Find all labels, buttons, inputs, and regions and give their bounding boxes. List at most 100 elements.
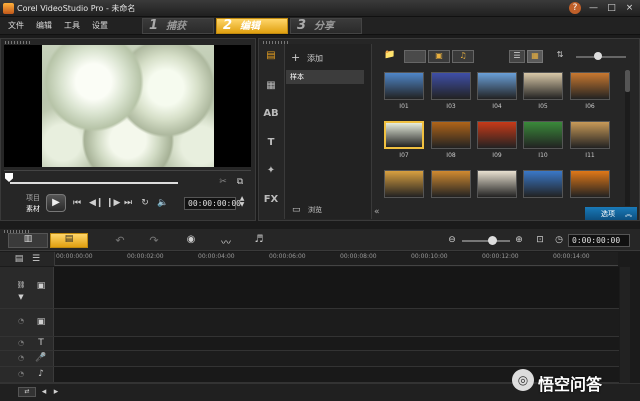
track-expand-icon[interactable]: ▼ — [16, 293, 26, 301]
scrub-bar[interactable] — [10, 182, 178, 184]
zoom-out-icon[interactable]: ⊖ — [447, 235, 457, 245]
trim-icon[interactable]: ✂ — [218, 177, 228, 187]
record-capture-icon[interactable]: ◉ — [184, 234, 198, 245]
scroll-right-icon[interactable]: ▸ — [52, 387, 60, 397]
timeline-scrollbar[interactable] — [620, 267, 630, 383]
app-icon — [3, 3, 14, 14]
storyboard-view-button[interactable]: ▥ — [8, 233, 48, 248]
folder-sample[interactable]: 样本 — [286, 70, 364, 84]
player-timecode[interactable]: 00:00:00:00 — [184, 197, 241, 210]
thumbnail-label: I08 — [446, 152, 456, 159]
mode-clip[interactable]: 素材 — [26, 204, 40, 214]
library-thumbnail[interactable] — [384, 170, 424, 198]
overlay-track[interactable]: ◔ ▣ — [0, 309, 619, 337]
library-thumbnail[interactable] — [477, 121, 517, 149]
add-icon[interactable]: + — [291, 51, 300, 64]
options-label: 选项 — [601, 210, 615, 218]
prev-frame-icon[interactable]: ◀❙ — [89, 198, 103, 208]
track-zoom-icon[interactable]: ⇄ — [18, 387, 36, 397]
library-scroll-thumb[interactable] — [625, 70, 630, 92]
add-folder-label[interactable]: 添加 — [307, 53, 323, 64]
library-thumbnail[interactable] — [431, 72, 471, 100]
play-button[interactable]: ▶ — [46, 194, 66, 212]
library-thumbnail[interactable] — [570, 170, 610, 198]
fit-project-icon[interactable]: ⊡ — [534, 235, 546, 245]
track-manager-icon[interactable]: ▤ — [14, 254, 24, 264]
show-audio-button[interactable]: ♫ — [452, 50, 474, 63]
transition-icon[interactable]: ▦ — [262, 80, 280, 96]
voice-lock-icon[interactable]: ◔ — [16, 354, 26, 362]
menu-settings[interactable]: 设置 — [92, 20, 108, 31]
voice-track[interactable]: ◔ 🎤 — [0, 351, 619, 367]
timeline-timecode[interactable]: 0:00:00:00 — [568, 234, 630, 247]
zoom-slider-handle[interactable] — [488, 236, 497, 245]
tab-edit[interactable]: 2 编辑 — [216, 18, 288, 34]
library-scrollbar[interactable] — [625, 70, 630, 206]
library-thumbnail[interactable] — [384, 121, 424, 149]
undo-icon[interactable]: ↶ — [114, 234, 126, 247]
menu-file[interactable]: 文件 — [8, 20, 24, 31]
end-icon[interactable]: ⏭ — [123, 198, 133, 208]
enlarge-icon[interactable]: ⧉ — [234, 177, 246, 187]
list-view-button[interactable]: ☰ — [509, 50, 525, 63]
zoom-in-icon[interactable]: ⊕ — [514, 235, 524, 245]
library-thumbnail[interactable] — [477, 72, 517, 100]
sort-icon[interactable]: ⇅ — [553, 50, 567, 63]
tab-edit-label: 编辑 — [240, 21, 261, 32]
thumbnail-label: I10 — [538, 152, 548, 159]
browse-icon[interactable]: ▭ — [292, 205, 301, 215]
timecode-stepper-icon[interactable]: ▲ ▼ — [238, 196, 246, 208]
graphic-icon[interactable]: AB — [262, 108, 280, 124]
video-track[interactable]: ⛓ ▣ ▼ — [0, 267, 619, 309]
volume-icon[interactable]: 🔈 — [157, 198, 169, 208]
overlay-lock-icon[interactable]: ◔ — [16, 317, 26, 325]
zoom-slider[interactable] — [462, 240, 510, 242]
home-icon[interactable]: ⏮ — [72, 198, 82, 208]
library-thumbnail[interactable] — [523, 170, 563, 198]
track-link-icon[interactable]: ⛓ — [16, 281, 26, 289]
library-thumbnail[interactable] — [384, 72, 424, 100]
sound-mixer-icon[interactable]: 〰 — [219, 234, 233, 249]
show-video-button[interactable] — [404, 50, 426, 63]
thumbnail-view-button[interactable]: ▦ — [527, 50, 543, 63]
thumb-size-slider-handle[interactable] — [594, 52, 602, 60]
library-thumbnail[interactable] — [431, 170, 471, 198]
instant-project-icon[interactable]: ✦ — [262, 165, 280, 181]
auto-music-icon[interactable]: ♬ — [252, 234, 266, 245]
tab-share[interactable]: 3 分享 — [290, 18, 362, 34]
menu-tools[interactable]: 工具 — [64, 20, 80, 31]
scroll-left-icon[interactable]: ◂ — [40, 387, 48, 397]
library-thumbnail[interactable] — [431, 121, 471, 149]
panel-grip[interactable] — [5, 41, 31, 44]
library-thumbnail[interactable] — [523, 121, 563, 149]
library-thumbnail[interactable] — [570, 72, 610, 100]
help-icon[interactable]: ? — [569, 2, 581, 14]
timeline-ruler[interactable]: 00:00:00:00 00:00:02:00 00:00:04:00 00:0… — [55, 252, 618, 266]
chapter-icon[interactable]: ☰ — [31, 254, 41, 264]
next-frame-icon[interactable]: ❙▶ — [106, 198, 120, 208]
title-lock-icon[interactable]: ◔ — [16, 339, 26, 347]
repeat-icon[interactable]: ↻ — [140, 198, 150, 208]
redo-icon[interactable]: ↷ — [148, 234, 160, 247]
browse-label[interactable]: 浏览 — [308, 205, 322, 215]
folder-icon[interactable]: 📁 — [384, 50, 396, 60]
filter-icon[interactable]: FX — [262, 194, 280, 210]
library-thumbnail[interactable] — [523, 72, 563, 100]
minimize-button[interactable]: — — [586, 2, 601, 14]
close-button[interactable]: × — [622, 2, 637, 14]
library-thumbnail[interactable] — [570, 121, 610, 149]
mode-project[interactable]: 项目 — [26, 193, 40, 203]
music-lock-icon[interactable]: ◔ — [16, 370, 26, 378]
watermark-text: 悟空问答 — [538, 375, 603, 394]
maximize-button[interactable]: □ — [604, 2, 619, 14]
show-photo-button[interactable]: ▣ — [428, 50, 450, 63]
collapse-left-icon[interactable]: « — [374, 207, 384, 219]
library-thumbnail[interactable] — [477, 170, 517, 198]
title-track[interactable]: ◔ T — [0, 337, 619, 351]
title-icon[interactable]: T — [262, 137, 280, 153]
menu-edit[interactable]: 编辑 — [36, 20, 52, 31]
options-button[interactable]: 选项 ︽ — [585, 207, 637, 220]
timeline-view-button[interactable]: ▤ — [50, 233, 88, 248]
media-library-icon[interactable]: ▤ — [262, 50, 280, 66]
tab-capture[interactable]: 1 捕获 — [142, 18, 214, 34]
